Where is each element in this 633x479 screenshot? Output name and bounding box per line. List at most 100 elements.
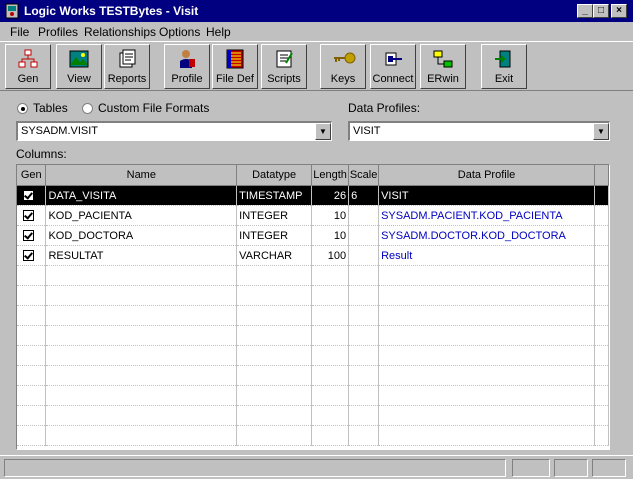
app-icon[interactable] [4,3,20,19]
empty-cell[interactable] [348,345,380,366]
empty-cell[interactable] [378,305,595,326]
cell-scale[interactable]: 6 [348,185,380,206]
header-data-profile[interactable]: Data Profile [378,165,595,186]
close-button[interactable]: × [611,4,627,18]
empty-cell[interactable] [348,405,380,426]
columns-grid[interactable]: Gen Name Datatype Length Scale Data Prof… [16,164,610,450]
cell-data-profile[interactable]: SYSADM.DOCTOR.KOD_DOCTORA [378,225,595,246]
cell-data-profile[interactable]: SYSADM.PACIENT.KOD_PACIENTA [378,205,595,226]
empty-cell[interactable] [378,325,595,346]
table-row[interactable]: KOD_PACIENTA INTEGER 10 SYSADM.PACIENT.KOD_… [17,205,609,226]
cell-data-profile[interactable]: VISIT [378,185,595,206]
empty-cell[interactable] [236,365,313,386]
cell-length[interactable]: 10 [311,225,350,246]
empty-cell[interactable] [311,405,350,426]
empty-cell[interactable] [378,285,595,306]
gen-checkbox[interactable] [23,209,34,221]
cell-scale[interactable] [348,225,380,246]
minimize-button[interactable]: _ [577,4,593,18]
cell-scale[interactable] [348,205,380,226]
empty-cell[interactable] [378,345,595,366]
header-gen[interactable]: Gen [17,165,47,186]
empty-cell[interactable] [311,305,350,326]
cell-name[interactable]: KOD_DOCTORA [45,225,238,246]
empty-cell[interactable] [594,325,609,346]
empty-cell[interactable] [236,265,313,286]
empty-row[interactable] [17,425,609,446]
reports-button[interactable]: Reports [104,44,150,89]
header-scale[interactable]: Scale [348,165,380,186]
empty-cell[interactable] [311,265,350,286]
empty-cell[interactable] [594,305,609,326]
cell-datatype[interactable]: TIMESTAMP [236,185,313,206]
empty-cell[interactable] [236,425,313,446]
chevron-down-icon[interactable]: ▼ [315,123,331,140]
empty-cell[interactable] [17,325,47,346]
empty-cell[interactable] [45,265,238,286]
profile-button[interactable]: Profile [164,44,210,89]
empty-cell[interactable] [236,285,313,306]
table-row[interactable]: RESULTAT VARCHAR 100 Result [17,245,609,266]
empty-cell[interactable] [594,385,609,406]
scripts-button[interactable]: Scripts [261,44,307,89]
empty-cell[interactable] [17,425,47,446]
cell-name[interactable]: RESULTAT [45,245,238,266]
cell-datatype[interactable]: INTEGER [236,205,313,226]
header-datatype[interactable]: Datatype [236,165,313,186]
tables-label[interactable]: Tables [33,101,68,115]
table-row[interactable]: DATA_VISITA TIMESTAMP 26 6 VISIT [17,185,609,206]
empty-cell[interactable] [236,305,313,326]
empty-cell[interactable] [17,345,47,366]
file-def-button[interactable]: File Def [212,44,258,89]
empty-cell[interactable] [311,365,350,386]
empty-cell[interactable] [17,285,47,306]
chevron-down-icon[interactable]: ▼ [593,123,609,140]
cell-scale[interactable] [348,245,380,266]
empty-cell[interactable] [348,285,380,306]
keys-button[interactable]: Keys [320,44,366,89]
empty-cell[interactable] [594,425,609,446]
empty-cell[interactable] [236,385,313,406]
custom-file-formats-label[interactable]: Custom File Formats [98,101,209,115]
empty-row[interactable] [17,345,609,366]
empty-cell[interactable] [594,285,609,306]
empty-row[interactable] [17,285,609,306]
empty-cell[interactable] [45,325,238,346]
empty-cell[interactable] [45,305,238,326]
header-name[interactable]: Name [45,165,238,186]
empty-cell[interactable] [45,405,238,426]
menu-help[interactable]: Help [206,25,231,39]
empty-cell[interactable] [236,325,313,346]
empty-cell[interactable] [348,365,380,386]
empty-cell[interactable] [594,265,609,286]
empty-cell[interactable] [348,325,380,346]
empty-cell[interactable] [378,365,595,386]
empty-row[interactable] [17,385,609,406]
cell-name[interactable]: KOD_PACIENTA [45,205,238,226]
empty-cell[interactable] [45,425,238,446]
menu-relationships[interactable]: Relationships [84,25,156,39]
empty-cell[interactable] [594,345,609,366]
gen-checkbox[interactable] [23,229,34,241]
connect-button[interactable]: Connect [370,44,416,89]
maximize-button[interactable]: □ [593,4,609,18]
empty-cell[interactable] [45,365,238,386]
empty-row[interactable] [17,325,609,346]
empty-cell[interactable] [45,385,238,406]
exit-button[interactable]: Exit [481,44,527,89]
empty-cell[interactable] [311,285,350,306]
empty-row[interactable] [17,405,609,426]
empty-row[interactable] [17,305,609,326]
menu-options[interactable]: Options [159,25,200,39]
empty-row[interactable] [17,265,609,286]
empty-cell[interactable] [311,385,350,406]
empty-cell[interactable] [348,425,380,446]
tables-radio[interactable] [17,103,28,114]
data-profile-select[interactable]: VISIT ▼ [348,121,610,141]
gen-button[interactable]: Gen [5,44,51,89]
empty-cell[interactable] [236,345,313,366]
header-length[interactable]: Length [311,165,350,186]
empty-cell[interactable] [45,285,238,306]
cell-length[interactable]: 100 [311,245,350,266]
empty-cell[interactable] [378,385,595,406]
